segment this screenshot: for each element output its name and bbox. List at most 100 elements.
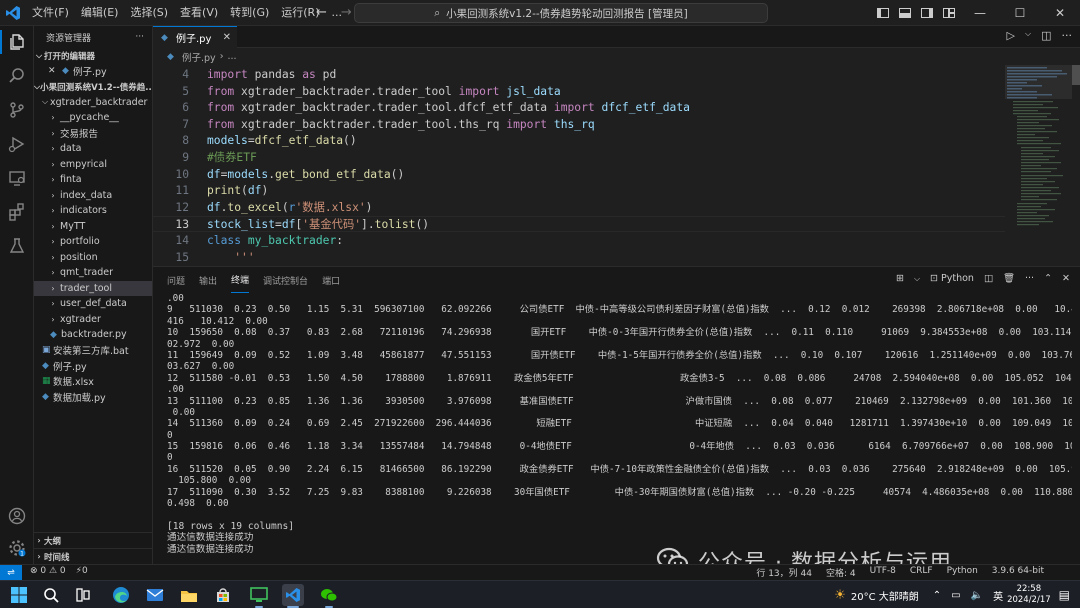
chevron-down-icon[interactable]: ⌵ [914, 274, 920, 284]
tray-chevron-up-icon[interactable]: ⌃ [933, 590, 941, 601]
trash-icon[interactable]: 🗑 [1003, 273, 1015, 284]
account-icon[interactable] [5, 504, 29, 528]
source-control-icon[interactable] [5, 98, 29, 122]
extensions-icon[interactable] [5, 200, 29, 224]
task-view-icon[interactable] [72, 584, 94, 606]
minimap[interactable] [1005, 65, 1075, 266]
file-item[interactable]: ◆ backtrader.py [34, 327, 152, 343]
breadcrumb-more[interactable]: ... [228, 51, 237, 62]
speaker-icon[interactable]: 🔈 [971, 590, 983, 601]
outline-section[interactable]: › 大纲 [34, 532, 152, 548]
toggle-secondary-sidebar-icon[interactable] [916, 0, 938, 26]
line-endings[interactable]: CRLF [910, 566, 933, 579]
menu-file[interactable]: 文件(F) [26, 0, 75, 26]
folder-item[interactable]: › MyTT [34, 219, 152, 235]
code-line[interactable]: 11 print(df) [153, 183, 1013, 199]
search-view-icon[interactable] [5, 64, 29, 88]
file-item[interactable]: ◆ 例子.py [34, 358, 152, 374]
tab-output[interactable]: 输出 [199, 267, 217, 293]
toggle-panel-icon[interactable] [894, 0, 916, 26]
folder-item[interactable]: › position [34, 250, 152, 266]
network-icon[interactable]: ▭ [951, 590, 960, 601]
run-debug-icon[interactable] [5, 132, 29, 156]
language-mode[interactable]: Python [947, 566, 978, 579]
code-line[interactable]: 7 from xgtrader_backtrader.trader_tool.th… [153, 117, 1013, 133]
folder-item[interactable]: › 交易报告 [34, 126, 152, 142]
timeline-section[interactable]: › 时间线 [34, 548, 152, 564]
folder-item[interactable]: › trader_tool [34, 280, 152, 296]
weather-widget[interactable]: ☀ 20°C 大部晴朗 [834, 588, 919, 603]
folder-item[interactable]: › qmt_trader [34, 265, 152, 281]
python-interpreter[interactable]: 3.9.6 64-bit [992, 566, 1044, 579]
remote-explorer-icon[interactable] [5, 166, 29, 190]
file-explorer-icon[interactable] [178, 584, 200, 606]
explorer-icon[interactable] [0, 30, 34, 54]
menu-selection[interactable]: 选择(S) [124, 0, 174, 26]
new-terminal-icon[interactable]: ⊞ [896, 273, 904, 284]
more-actions-icon[interactable]: ··· [135, 32, 144, 42]
testing-flask-icon[interactable] [5, 234, 29, 258]
mail-icon[interactable] [144, 584, 166, 606]
command-center[interactable]: ⌕ 小果回测系统v1.2--债券趋势轮动回测报告 [管理员] [354, 3, 768, 23]
file-item[interactable]: ▣ 安装第三方库.bat [34, 343, 152, 359]
code-editor[interactable]: 4 import pandas as pd 5 from xgtrader_backt… [153, 65, 1013, 266]
file-item[interactable]: ▦ 数据.xlsx [34, 374, 152, 390]
tab-terminal[interactable]: 终端 [231, 267, 250, 293]
code-line[interactable]: 15 ''' [153, 250, 1013, 266]
folder-item[interactable]: › data [34, 141, 152, 157]
folder-item[interactable]: › indicators [34, 203, 152, 219]
minimize-icon[interactable]: — [960, 0, 1000, 26]
terminal-shell-selector[interactable]: ⊡ Python [930, 273, 974, 284]
menu-view[interactable]: 查看(V) [174, 0, 224, 26]
edge-browser-icon[interactable] [110, 584, 132, 606]
toggle-primary-sidebar-icon[interactable] [872, 0, 894, 26]
close-panel-icon[interactable]: ✕ [1062, 273, 1070, 284]
menu-edit[interactable]: 编辑(E) [75, 0, 125, 26]
open-editors-section[interactable]: ⌵ 打开的编辑器 [34, 48, 152, 64]
editor-scrollbar[interactable] [1072, 65, 1080, 266]
tab-example-py[interactable]: ◆ 例子.py ✕ [153, 26, 237, 48]
menu-go[interactable]: 转到(G) [224, 0, 275, 26]
split-editor-icon[interactable]: ◫ [1041, 29, 1051, 42]
close-window-icon[interactable]: ✕ [1040, 0, 1080, 26]
problems-count[interactable]: ⊗ 0 ⚠ 0 [30, 566, 66, 576]
folder-item[interactable]: › empyrical [34, 157, 152, 173]
code-line[interactable]: 8 models=dfcf_etf_data() [153, 133, 1013, 149]
chevron-down-icon[interactable]: ⌵ [1025, 29, 1031, 42]
code-line[interactable]: 13 stock_list=df['基金代码'].tolist() [153, 216, 1013, 233]
cursor-position[interactable]: 行 13，列 44 [756, 566, 812, 579]
maximize-panel-icon[interactable]: ⌃ [1044, 273, 1052, 284]
windows-start-icon[interactable] [8, 584, 30, 606]
split-terminal-icon[interactable]: ◫ [984, 273, 993, 284]
terminal-output[interactable]: .00 9 511030 0.23 0.50 1.15 5.31 59630710… [167, 293, 1072, 563]
monitor-app-icon[interactable] [248, 584, 270, 608]
folder-item[interactable]: › user_def_data [34, 296, 152, 312]
workspace-section[interactable]: ⌵ 小果回测系统V1.2--债券趋... [34, 79, 152, 95]
folder-item[interactable]: › portfolio [34, 234, 152, 250]
notifications-icon[interactable]: ▤ [1059, 588, 1070, 602]
back-arrow-icon[interactable]: ← [316, 5, 327, 20]
settings-gear-icon[interactable]: 1 [5, 536, 29, 560]
folder-xgtrader-backtrader[interactable]: ⌵ xgtrader_backtrader [34, 95, 152, 111]
remote-indicator-icon[interactable]: ⇌ [0, 565, 22, 580]
scrollbar-thumb[interactable] [1072, 65, 1080, 85]
ports-count[interactable]: ⚡0 [76, 566, 88, 576]
code-line[interactable]: 14 class my_backtrader: [153, 233, 1013, 249]
run-python-file-icon[interactable]: ▷ [1007, 29, 1015, 42]
wechat-taskbar-icon[interactable] [318, 584, 340, 608]
code-line[interactable]: 10 df=models.get_bond_etf_data() [153, 167, 1013, 183]
more-actions-icon[interactable]: ··· [1025, 273, 1034, 284]
tab-debug-console[interactable]: 调试控制台 [263, 267, 308, 293]
store-icon[interactable] [212, 584, 234, 606]
more-actions-icon[interactable]: ··· [1062, 29, 1073, 42]
file-item[interactable]: ◆ 数据加载.py [34, 389, 152, 405]
close-tab-icon[interactable]: ✕ [223, 32, 231, 43]
vscode-taskbar-icon[interactable] [282, 584, 304, 608]
customize-layout-icon[interactable] [938, 0, 960, 26]
clock[interactable]: 22:58 2024/2/17 [1007, 584, 1051, 606]
file-encoding[interactable]: UTF-8 [870, 566, 896, 579]
maximize-icon[interactable]: ☐ [1000, 0, 1040, 26]
folder-item[interactable]: › __pycache__ [34, 110, 152, 126]
indentation[interactable]: 空格: 4 [826, 566, 856, 579]
tab-ports[interactable]: 端口 [322, 267, 340, 293]
